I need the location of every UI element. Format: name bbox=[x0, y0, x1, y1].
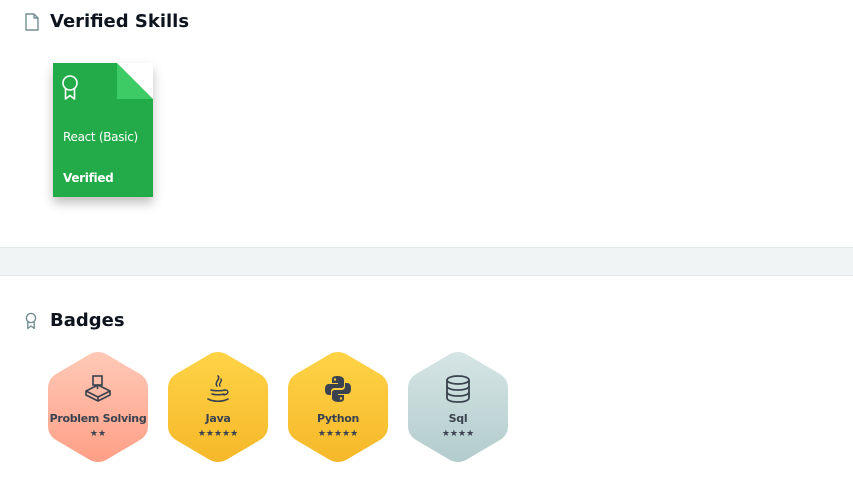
card-fold-corner bbox=[117, 63, 153, 99]
skill-status: Verified bbox=[63, 171, 114, 185]
badge-hexagon bbox=[168, 352, 268, 462]
award-icon bbox=[61, 74, 79, 102]
badge-java[interactable]: Java ★★★★★ bbox=[168, 351, 268, 463]
problem-solving-icon bbox=[82, 373, 114, 405]
badge-stars: ★★★★ bbox=[441, 429, 475, 439]
skill-name: React (Basic) bbox=[63, 130, 138, 144]
verified-skills-section: Verified Skills React (Basic) Verified bbox=[0, 0, 853, 247]
badge-stars: ★★★★★ bbox=[197, 429, 239, 439]
badge-stars: ★★★★★ bbox=[317, 429, 359, 439]
java-icon bbox=[202, 373, 234, 405]
badge-python[interactable]: Python ★★★★★ bbox=[288, 351, 388, 463]
database-icon bbox=[442, 373, 474, 405]
verified-skills-title: Verified Skills bbox=[50, 11, 190, 32]
skill-card-react-basic[interactable]: React (Basic) Verified bbox=[53, 63, 153, 197]
badge-stars: ★★ bbox=[89, 429, 107, 439]
badge-name: Java bbox=[205, 412, 231, 425]
badges-title: Badges bbox=[50, 310, 125, 331]
badge-sql[interactable]: Sql ★★★★ bbox=[408, 351, 508, 463]
badge-name: Problem Solving bbox=[49, 412, 147, 425]
section-divider bbox=[0, 247, 853, 276]
badge-name: Python bbox=[316, 412, 360, 425]
badge-name: Sql bbox=[448, 412, 468, 425]
python-icon bbox=[322, 373, 354, 405]
verified-skills-header: Verified Skills bbox=[24, 11, 189, 32]
award-icon bbox=[24, 312, 42, 330]
badge-hexagon bbox=[288, 352, 388, 462]
document-icon bbox=[24, 12, 42, 31]
badges-header: Badges bbox=[24, 310, 125, 331]
badge-hexagon bbox=[408, 352, 508, 462]
badge-hexagon bbox=[48, 352, 148, 462]
badge-problem-solving[interactable]: Problem Solving ★★ bbox=[48, 351, 148, 463]
